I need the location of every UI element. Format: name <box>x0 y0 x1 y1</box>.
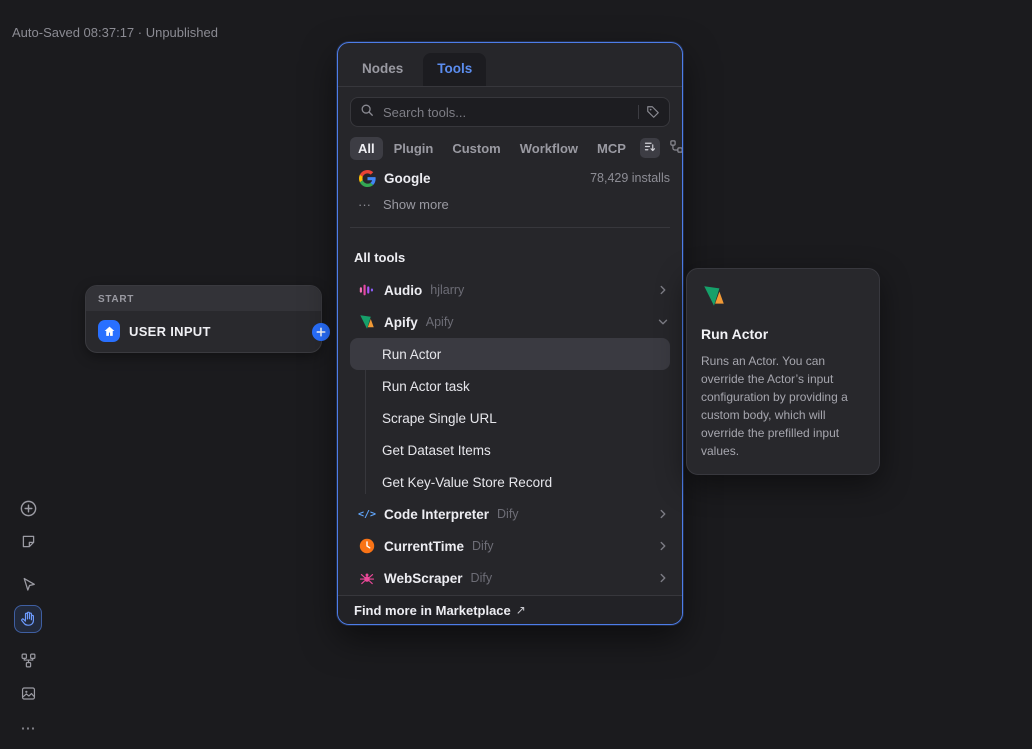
installs-count: 78,429 installs <box>590 171 670 185</box>
hand-tool-button[interactable] <box>14 605 42 633</box>
start-node[interactable]: START USER INPUT <box>85 285 322 353</box>
filter-all[interactable]: All <box>350 137 383 160</box>
tool-action-run-actor-task[interactable]: Run Actor task <box>338 370 682 402</box>
apify-icon <box>701 283 727 309</box>
filter-workflow[interactable]: Workflow <box>512 137 586 160</box>
detail-description: Runs an Actor. You can override the Acto… <box>701 352 865 460</box>
tree-view-icon <box>669 139 683 157</box>
tag-filter-icon[interactable] <box>646 105 660 119</box>
chevron-right-icon <box>656 571 670 585</box>
list-divider <box>350 227 670 228</box>
sort-icon <box>643 140 656 156</box>
external-link-icon: ↗ <box>516 603 526 617</box>
tool-author: hjlarry <box>430 283 464 297</box>
tool-name: Apify <box>384 315 418 330</box>
minimap-button[interactable] <box>14 681 42 709</box>
image-icon <box>20 685 37 705</box>
add-next-node-button[interactable] <box>312 323 330 341</box>
apify-icon <box>358 313 376 331</box>
tool-name: Audio <box>384 283 422 298</box>
picker-tab-bar: Nodes Tools <box>338 43 682 87</box>
tool-detail-card: Run Actor Runs an Actor. You can overrid… <box>686 268 880 475</box>
autosave-status: Auto-Saved 08:37:17 · Unpublished <box>12 25 218 40</box>
start-node-body[interactable]: USER INPUT <box>86 311 321 352</box>
tree-view-button[interactable] <box>667 138 683 158</box>
start-node-header-label: START <box>86 286 321 311</box>
action-label: Run Actor task <box>382 379 470 394</box>
canvas-toolbar: ⋯ <box>14 496 42 742</box>
marketplace-link-label: Find more in Marketplace <box>354 603 511 618</box>
organize-blocks-button[interactable] <box>14 648 42 676</box>
clock-icon <box>358 537 376 555</box>
detail-title: Run Actor <box>701 326 865 342</box>
block-picker-panel: Nodes Tools All Plugin Custom Workflow M… <box>337 42 683 625</box>
chevron-right-icon <box>656 539 670 553</box>
search-divider <box>638 105 639 119</box>
tool-action-get-dataset-items[interactable]: Get Dataset Items <box>338 434 682 466</box>
audio-icon <box>358 281 376 299</box>
tool-action-scrape-single-url[interactable]: Scrape Single URL <box>338 402 682 434</box>
show-more-dots-icon: ··· <box>358 197 371 212</box>
filter-custom[interactable]: Custom <box>444 137 508 160</box>
sort-toggle-button[interactable] <box>640 138 660 158</box>
filter-mcp[interactable]: MCP <box>589 137 634 160</box>
tool-list[interactable]: Google 78,429 installs ··· Show more All… <box>338 161 682 595</box>
hand-icon <box>19 609 37 630</box>
tool-author: Dify <box>472 539 494 553</box>
ellipsis-icon: ⋯ <box>21 719 36 737</box>
cursor-icon <box>20 576 37 596</box>
tool-action-run-actor[interactable]: Run Actor <box>350 338 670 370</box>
filter-chips: All Plugin Custom Workflow MCP <box>338 135 682 161</box>
chevron-right-icon <box>656 507 670 521</box>
provider-name: Google <box>384 171 431 186</box>
tool-author: Apify <box>426 315 454 329</box>
google-icon <box>358 169 376 187</box>
user-input-icon <box>98 320 120 342</box>
show-more-button[interactable]: ··· Show more <box>338 191 682 217</box>
tab-tools[interactable]: Tools <box>423 53 486 86</box>
tool-name: CurrentTime <box>384 539 464 554</box>
organize-icon <box>20 652 37 672</box>
pointer-tool-button[interactable] <box>14 572 42 600</box>
action-label: Run Actor <box>382 347 441 362</box>
add-note-button[interactable] <box>14 529 42 557</box>
action-label: Get Dataset Items <box>382 443 491 458</box>
tool-row-audio[interactable]: Audio hjlarry <box>338 274 682 306</box>
action-label: Scrape Single URL <box>382 411 497 426</box>
search-row <box>338 87 682 135</box>
add-node-button[interactable] <box>14 496 42 524</box>
search-box[interactable] <box>350 97 670 127</box>
search-icon <box>360 103 374 122</box>
tab-nodes[interactable]: Nodes <box>348 53 417 86</box>
chevron-right-icon <box>656 283 670 297</box>
tool-row-currenttime[interactable]: CurrentTime Dify <box>338 530 682 562</box>
start-node-title: USER INPUT <box>129 324 211 339</box>
all-tools-label: All tools <box>338 238 682 274</box>
tool-name: WebScraper <box>384 571 463 586</box>
tool-row-code-interpreter[interactable]: </> Code Interpreter Dify <box>338 498 682 530</box>
tool-name: Code Interpreter <box>384 507 489 522</box>
search-input[interactable] <box>381 104 631 121</box>
chevron-down-icon <box>656 315 670 329</box>
toolbar-more-button[interactable]: ⋯ <box>14 714 42 742</box>
action-label: Get Key-Value Store Record <box>382 475 552 490</box>
code-interpreter-icon: </> <box>358 505 376 523</box>
note-icon <box>20 533 37 553</box>
provider-row-google[interactable]: Google 78,429 installs <box>338 165 682 191</box>
tool-author: Dify <box>471 571 493 585</box>
tool-author: Dify <box>497 507 519 521</box>
tool-row-webscraper[interactable]: WebScraper Dify <box>338 562 682 594</box>
plus-circle-icon <box>19 499 38 521</box>
filter-plugin[interactable]: Plugin <box>386 137 442 160</box>
tool-row-apify[interactable]: Apify Apify <box>338 306 682 338</box>
spider-icon <box>358 569 376 587</box>
show-more-label: Show more <box>383 197 449 212</box>
apify-actions: Run Actor Run Actor task Scrape Single U… <box>338 338 682 498</box>
marketplace-link[interactable]: Find more in Marketplace ↗ <box>338 595 682 624</box>
tool-action-get-key-value-store-record[interactable]: Get Key-Value Store Record <box>338 466 682 498</box>
